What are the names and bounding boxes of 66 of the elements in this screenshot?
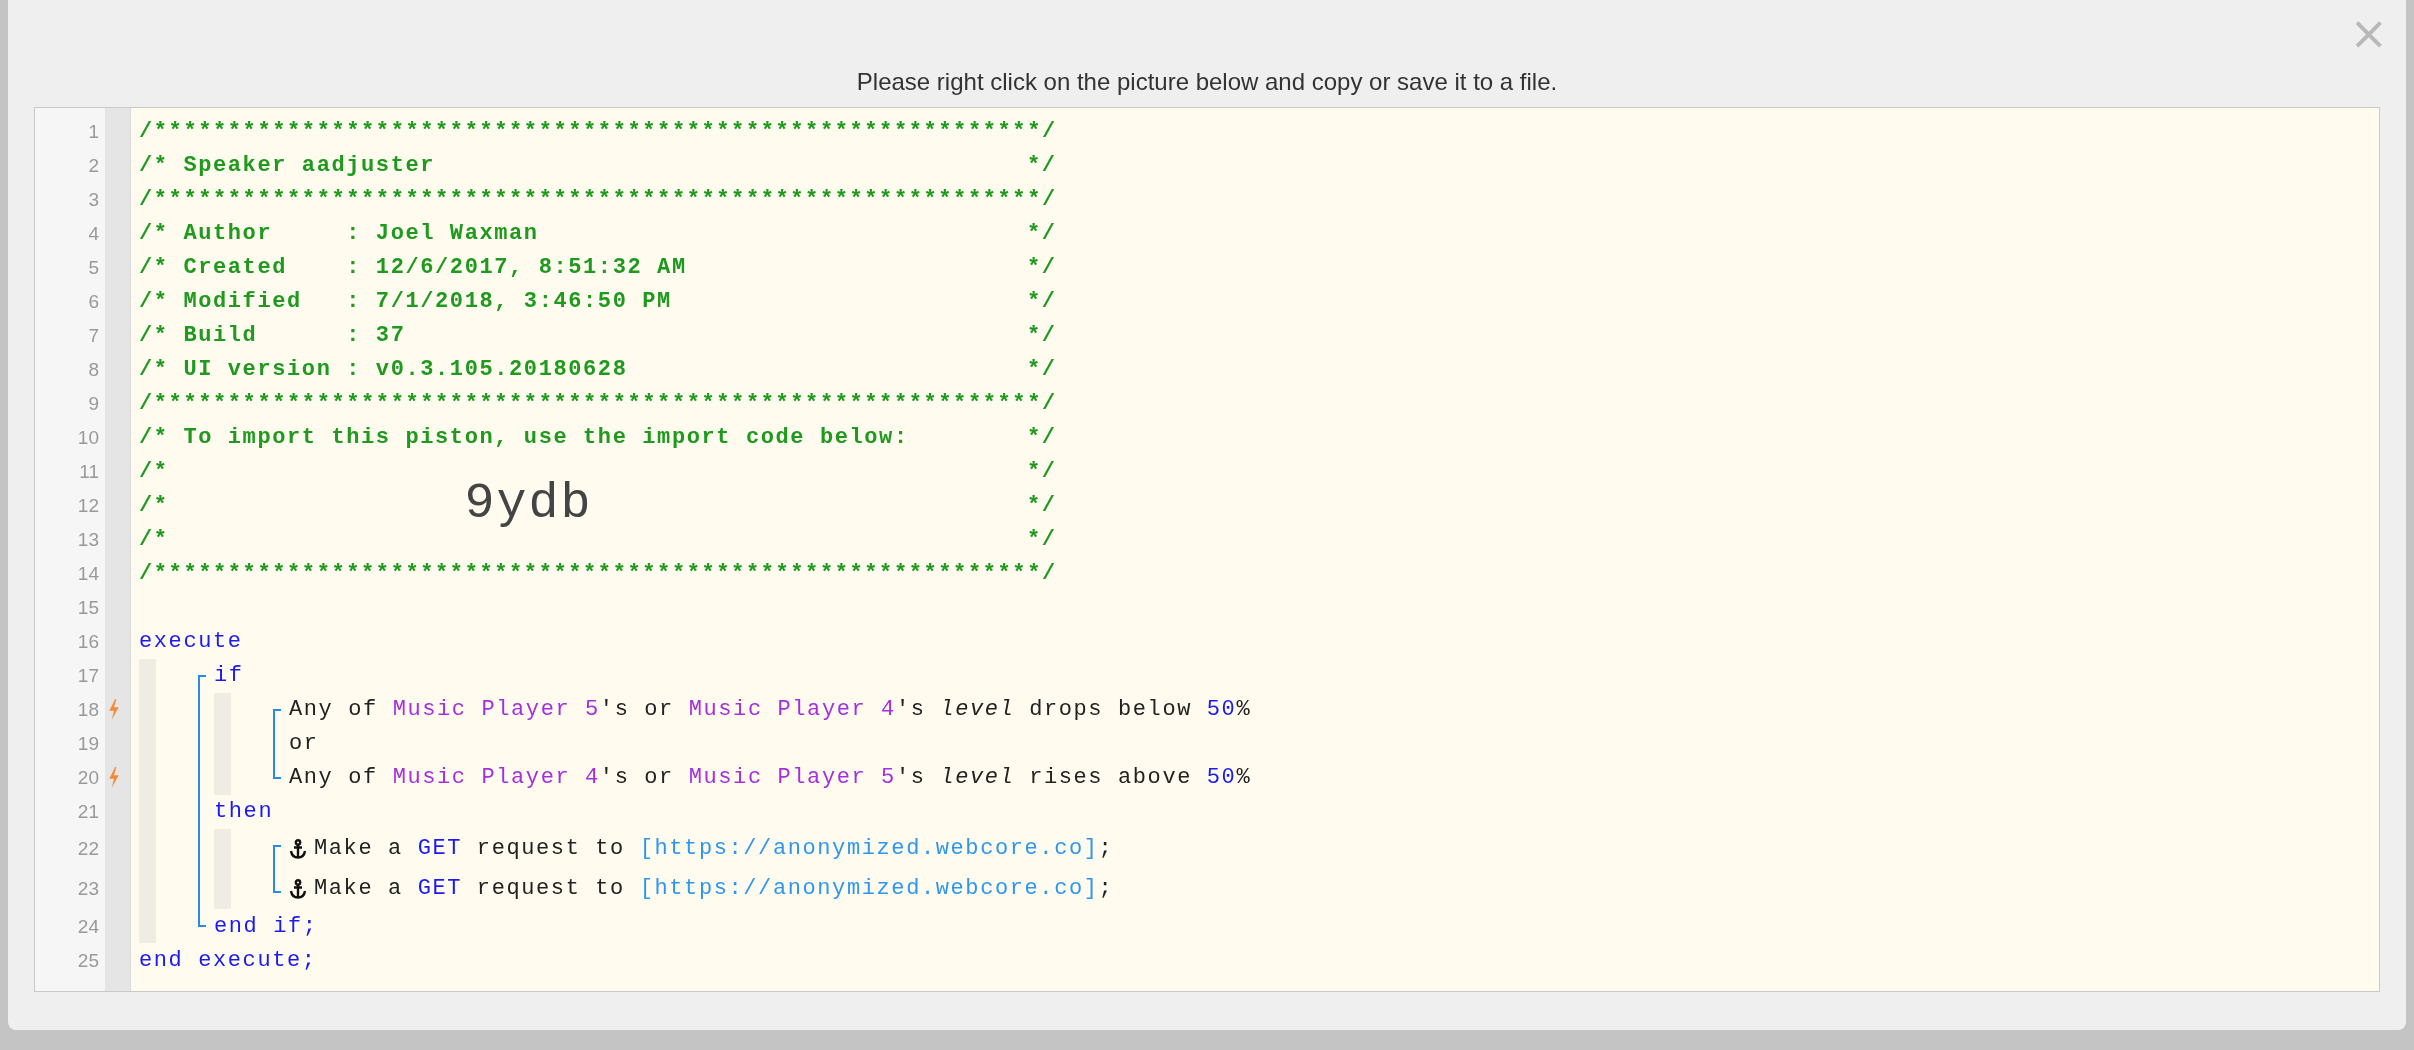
line-number: 2 [88,155,99,175]
code-line: execute [139,629,243,655]
comment-end: */ [1027,356,1057,382]
line-number: 20 [77,768,99,788]
comment-end: */ [1027,322,1057,348]
code-line: end execute; [139,947,317,973]
comment-text: /* UI version : v0.3.105.20180628 [139,356,628,382]
comment-border: /************************************************************/ [139,390,1057,416]
line-number: 13 [77,530,99,550]
action-statement: Make a GET request to [https://anonymized.webcore.co]; [314,836,1114,862]
line-number: 10 [77,427,99,447]
comment-text: /* Modified : 7/1/2018, 3:46:50 PM [139,288,672,314]
line-number: 11 [79,462,99,481]
line-number: 21 [77,802,99,822]
line-number: 17 [77,666,99,686]
comment-border: /************************************************************/ [139,186,1057,212]
line-number: 18 [77,700,99,720]
comment-end: */ [1027,527,1057,553]
import-code: 9ydb [464,475,593,533]
comment-text: /* [139,527,169,553]
block-bracket [273,708,281,779]
code-line: end if; [214,913,318,939]
comment-end: */ [1027,254,1057,280]
code-line: then [214,799,274,825]
comment-text: /* [139,493,169,519]
line-number: 14 [77,564,99,584]
line-number: 4 [88,223,99,243]
line-number: 3 [88,189,99,209]
line-number: 16 [77,632,99,652]
line-number: 9 [88,393,99,413]
code-line: if [214,663,244,689]
comment-text: /* Created : 12/6/2017, 8:51:32 AM [139,254,687,280]
comment-end: */ [1027,459,1057,484]
close-button[interactable]: × [2345,8,2392,58]
comment-text: /* To import this piston, use the import code below: [139,424,909,450]
line-number: 23 [77,879,99,899]
line-number: 5 [88,257,99,277]
action-statement: Make a GET request to [https://anonymized.webcore.co]; [314,876,1114,902]
comment-end: */ [1027,220,1057,246]
comment-text: /* Build : 37 [139,322,406,348]
comment-end: */ [1027,493,1057,519]
comment-text: /* [139,459,169,484]
line-number: 19 [77,734,99,754]
line-number: 6 [88,291,99,311]
line-number: 8 [88,359,99,379]
line-number: 25 [77,950,99,970]
anchor-icon [289,879,307,899]
block-bracket [273,845,281,893]
anchor-icon [289,839,307,859]
comment-end: */ [1027,152,1057,178]
comment-end: */ [1027,424,1057,450]
line-number: 1 [88,121,99,141]
code-line: Any of Music Player 4's or Music Player 5's level rises above 50% [289,765,1252,791]
comment-border: /************************************************************/ [139,118,1057,144]
line-number: 22 [77,839,99,859]
comment-border: /************************************************************/ [139,561,1057,587]
line-number: 12 [77,496,99,516]
comment-end: */ [1027,288,1057,314]
comment-text: /* Speaker aadjuster [139,152,436,178]
comment-text: /* Author : Joel Waxman [139,220,539,246]
code-line: or [289,731,319,757]
line-number: 15 [77,598,99,618]
code-line: Any of Music Player 5's or Music Player 4's level drops below 50% [289,697,1252,723]
line-number: 24 [77,916,99,936]
dialog-instruction: Please right click on the picture below and copy or save it to a file. [855,67,1559,97]
line-number: 7 [88,325,99,345]
